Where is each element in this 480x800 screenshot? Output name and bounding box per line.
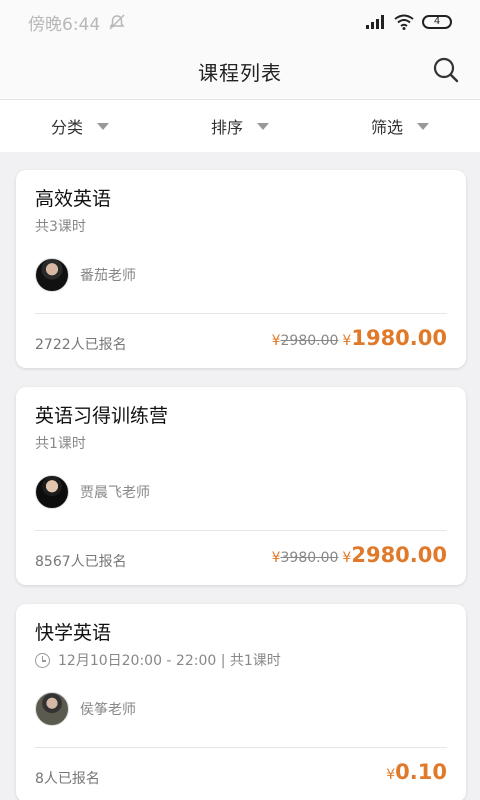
- current-price-value: 1980.00: [351, 326, 447, 350]
- enroll-count: 8人已报名: [35, 771, 100, 787]
- currency-symbol: ¥: [386, 767, 396, 783]
- battery-icon: 4: [422, 15, 452, 29]
- filter-bar: 分类 排序 筛选: [0, 100, 480, 152]
- teacher-info: 侯筝老师: [35, 692, 136, 726]
- course-card[interactable]: 快学英语 12月10日20:00 - 22:00 | 共1课时 侯筝老师 8人已…: [16, 604, 466, 800]
- course-subtitle: 共3课时: [35, 219, 86, 235]
- price: ¥3980.00 ¥2980.00: [272, 543, 447, 567]
- currency-symbol: ¥: [271, 550, 281, 566]
- clock-icon: [35, 652, 50, 668]
- filter-label: 分类: [50, 118, 83, 137]
- caret-down-icon: [97, 122, 109, 130]
- current-price: ¥2980.00: [342, 543, 447, 567]
- course-card[interactable]: 高效英语 共3课时 番茄老师 2722人已报名 ¥2980.00 ¥1980.0…: [16, 170, 466, 368]
- mute-alarm-icon: [109, 14, 125, 30]
- current-price-value: 2980.00: [351, 543, 447, 567]
- current-price: ¥0.10: [386, 760, 447, 784]
- caret-down-icon: [257, 122, 269, 130]
- course-lessons: 共1课时: [35, 433, 86, 453]
- divider: [35, 313, 447, 314]
- signal-icon: [366, 15, 384, 29]
- course-title: 快学英语: [35, 622, 112, 644]
- original-price: ¥2980.00: [272, 333, 339, 349]
- battery-level: 4: [433, 16, 441, 27]
- teacher-info: 番茄老师: [35, 258, 136, 292]
- course-subtitle: 共1课时: [35, 436, 86, 452]
- avatar: [35, 692, 69, 726]
- teacher-name: 侯筝老师: [80, 702, 136, 718]
- course-lessons: 共3课时: [35, 216, 86, 236]
- filter-label: 筛选: [370, 118, 403, 137]
- teacher-name: 贾晨飞老师: [80, 485, 150, 501]
- course-title: 英语习得训练营: [35, 405, 169, 427]
- wifi-icon: [394, 14, 414, 30]
- status-bar: 傍晚6:44 4: [0, 0, 480, 44]
- course-title: 高效英语: [35, 188, 112, 210]
- teacher-name: 番茄老师: [80, 268, 136, 284]
- original-price-value: 3980.00: [280, 550, 339, 566]
- price: ¥0.10: [382, 760, 447, 784]
- currency-symbol: ¥: [342, 333, 352, 349]
- filter-sort[interactable]: 排序: [160, 114, 320, 138]
- currency-symbol: ¥: [271, 333, 281, 349]
- course-card[interactable]: 英语习得训练营 共1课时 贾晨飞老师 8567人已报名 ¥3980.00 ¥29…: [16, 387, 466, 585]
- teacher-info: 贾晨飞老师: [35, 475, 150, 509]
- course-schedule: 12月10日20:00 - 22:00 | 共1课时: [35, 650, 281, 670]
- original-price-value: 2980.00: [280, 333, 339, 349]
- search-button[interactable]: [428, 52, 464, 88]
- original-price: ¥3980.00: [272, 550, 339, 566]
- current-price: ¥1980.00: [342, 326, 447, 350]
- price: ¥2980.00 ¥1980.00: [272, 326, 447, 350]
- avatar: [35, 475, 69, 509]
- search-icon: [433, 57, 459, 83]
- divider: [35, 530, 447, 531]
- enroll-count: 8567人已报名: [35, 554, 127, 570]
- filter-screen[interactable]: 筛选: [320, 114, 480, 138]
- course-subtitle: 12月10日20:00 - 22:00 | 共1课时: [58, 653, 281, 669]
- status-time: 傍晚6:44: [28, 14, 101, 35]
- page-title: 课程列表: [198, 61, 282, 85]
- filter-category[interactable]: 分类: [0, 114, 160, 138]
- caret-down-icon: [417, 122, 429, 130]
- app-header: 课程列表: [0, 44, 480, 100]
- avatar: [35, 258, 69, 292]
- filter-label: 排序: [210, 118, 243, 137]
- divider: [35, 747, 447, 748]
- course-list: 高效英语 共3课时 番茄老师 2722人已报名 ¥2980.00 ¥1980.0…: [16, 170, 466, 800]
- enroll-count: 2722人已报名: [35, 337, 127, 353]
- currency-symbol: ¥: [342, 550, 352, 566]
- current-price-value: 0.10: [395, 760, 447, 784]
